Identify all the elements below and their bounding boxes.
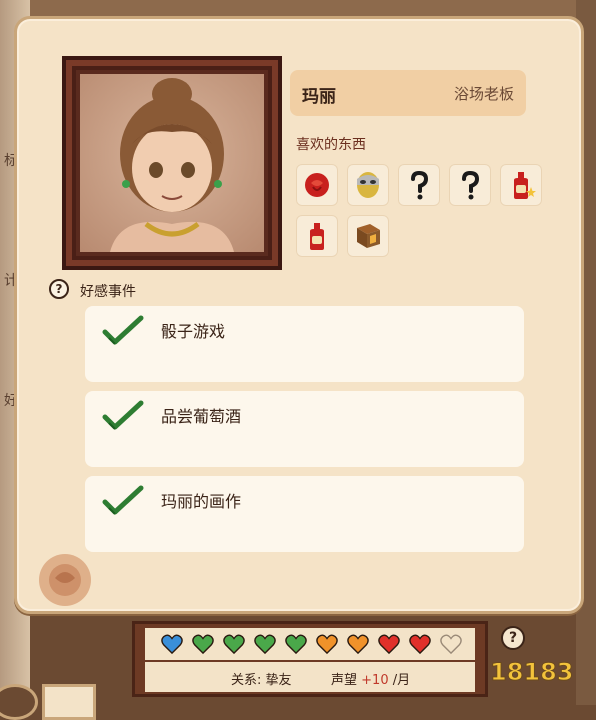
heart-icon <box>316 634 338 655</box>
mask-icon <box>357 172 379 198</box>
heart-icon <box>440 634 462 655</box>
affection-event-row: 品尝葡萄酒 <box>85 391 524 467</box>
wine-bottle-star-icon <box>514 172 536 199</box>
bottom-left-tab[interactable] <box>0 684 38 720</box>
liked-item-unknown[interactable] <box>449 164 491 206</box>
reputation-value: +10 <box>361 673 389 688</box>
checkmark-icon <box>102 315 144 345</box>
reputation-unit: /月 <box>392 673 411 688</box>
liked-item-wine[interactable] <box>296 215 338 257</box>
character-portrait <box>80 74 264 252</box>
heart-icon <box>409 634 431 655</box>
reputation-text: 声望 +10 /月 <box>331 669 410 688</box>
affection-event-row: 骰子游戏 <box>85 306 524 382</box>
character-title: 浴场老板 <box>453 85 514 103</box>
affection-bar: 关系: 挚友 声望 +10 /月 <box>132 621 488 697</box>
rose-icon <box>305 173 329 197</box>
likes-label: 喜欢的东西 <box>296 137 366 153</box>
liked-item-mask[interactable] <box>347 164 389 206</box>
checkmark-icon <box>102 400 144 430</box>
hearts-row <box>145 628 475 660</box>
reputation-label: 声望 <box>331 673 358 688</box>
heart-icon <box>285 634 307 655</box>
rose-decoration-icon <box>39 554 91 606</box>
relation-label: 关系: <box>231 673 262 688</box>
event-label: 玛丽的画作 <box>161 492 242 511</box>
affection-event-row: 玛丽的画作 <box>85 476 524 552</box>
liked-item-book[interactable] <box>347 215 389 257</box>
unknown-item-icon <box>462 170 480 200</box>
checkmark-icon <box>102 485 144 515</box>
name-plate: 玛丽 浴场老板 <box>290 70 526 116</box>
liked-item-unknown[interactable] <box>398 164 440 206</box>
heart-icon <box>254 634 276 655</box>
watermark-logo: 18183 <box>490 658 574 687</box>
book-icon <box>357 224 380 248</box>
bottom-left-tab[interactable] <box>42 684 96 720</box>
character-name: 玛丽 <box>302 87 336 107</box>
portrait-frame <box>62 56 282 270</box>
events-help-icon[interactable]: ? <box>49 279 69 299</box>
liked-item-rose[interactable] <box>296 164 338 206</box>
event-label: 骰子游戏 <box>161 322 226 341</box>
heart-icon <box>192 634 214 655</box>
wine-bottle-icon <box>310 223 324 250</box>
unknown-item-icon <box>411 170 429 200</box>
relation-info: 关系: 挚友 声望 +10 /月 <box>145 662 475 692</box>
help-button[interactable]: ? <box>501 626 525 650</box>
liked-item-wine-star[interactable] <box>500 164 542 206</box>
heart-icon <box>347 634 369 655</box>
event-label: 品尝葡萄酒 <box>161 407 242 426</box>
heart-icon <box>161 634 183 655</box>
heart-icon <box>223 634 245 655</box>
heart-icon <box>378 634 400 655</box>
relation-text: 关系: 挚友 <box>231 669 292 688</box>
relation-value: 挚友 <box>265 673 292 688</box>
events-label: 好感事件 <box>80 284 136 300</box>
